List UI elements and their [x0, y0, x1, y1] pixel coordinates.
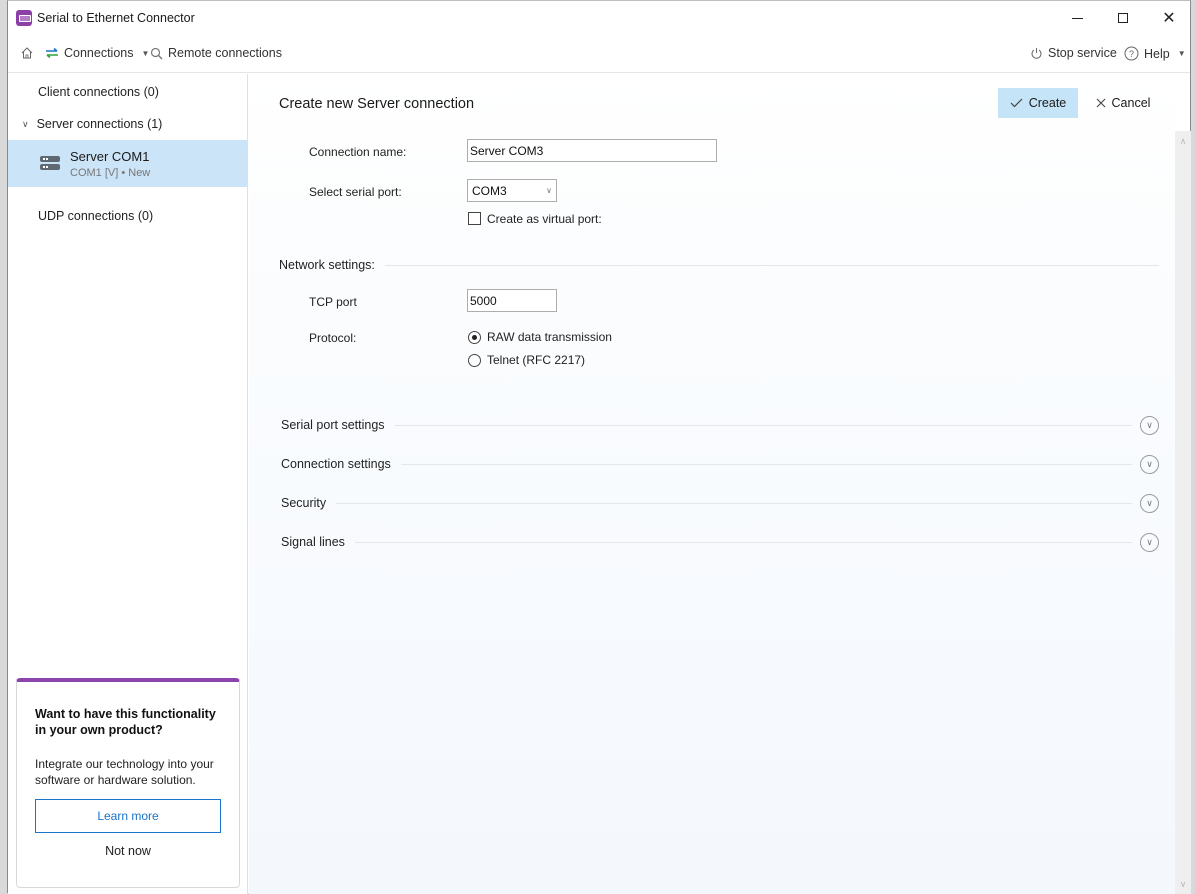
expand-chevron-icon[interactable]: ∨: [1140, 493, 1159, 513]
sidebar-item-server-com1[interactable]: Server COM1 COM1 [V] • New: [8, 140, 247, 187]
not-now-button[interactable]: Not now: [35, 844, 221, 858]
power-icon: [1031, 47, 1042, 59]
create-label: Create: [1028, 96, 1067, 110]
protocol-telnet-label: Telnet (RFC 2217): [487, 353, 586, 367]
tcp-port-label: TCP port: [309, 295, 357, 309]
close-button[interactable]: ✕: [1146, 1, 1192, 35]
home-button[interactable]: [20, 46, 34, 60]
expand-chevron-icon[interactable]: ∨: [1140, 532, 1159, 552]
network-settings-section: Network settings:: [279, 255, 1159, 275]
server-connections-label: Server connections (1): [36, 117, 163, 131]
scroll-down-icon[interactable]: ∨: [1175, 876, 1191, 892]
page-title: Create new Server connection: [279, 96, 475, 112]
divider: [336, 502, 1132, 504]
signal-lines-label: Signal lines: [281, 535, 345, 549]
promo-text: Integrate our technology into your softw…: [35, 757, 214, 787]
stop-service-label: Stop service: [1048, 46, 1117, 60]
chevron-down-icon: ▼: [1177, 49, 1186, 58]
sidebar-item-server-connections[interactable]: ∨ Server connections (1): [22, 117, 261, 131]
scroll-up-icon[interactable]: ∧: [1175, 133, 1191, 149]
connection-settings-section[interactable]: Connection settings ∨: [281, 453, 1159, 475]
connections-icon: [46, 47, 58, 59]
remote-connections-label: Remote connections: [168, 46, 282, 60]
connections-label: Connections: [64, 46, 134, 60]
serial-port-value: COM3: [472, 183, 507, 198]
app-window: Serial to Ethernet Connector ✕ Connectio…: [7, 0, 1191, 894]
minimize-button[interactable]: [1054, 1, 1100, 35]
security-section[interactable]: Security ∨: [281, 492, 1159, 514]
protocol-telnet-radio[interactable]: [468, 354, 481, 367]
main-panel: Create new Server connection Create Canc…: [249, 74, 1175, 894]
maximize-button[interactable]: [1100, 1, 1146, 35]
serial-port-settings-section[interactable]: Serial port settings ∨: [281, 414, 1159, 436]
protocol-raw-label: RAW data transmission: [487, 330, 612, 344]
virtual-port-checkbox[interactable]: [468, 212, 481, 225]
help-label: Help: [1144, 46, 1170, 61]
tcp-port-input[interactable]: [467, 289, 557, 312]
toolbar: Connections ▼ Remote connections Stop se…: [8, 37, 1190, 73]
divider: [400, 463, 1132, 465]
chevron-down-icon: ∨: [546, 186, 552, 195]
sidebar-item-client-connections[interactable]: Client connections (0): [38, 85, 277, 99]
signal-lines-section[interactable]: Signal lines ∨: [281, 531, 1159, 553]
server-item-status: COM1 [V] • New: [70, 167, 151, 179]
svg-text:?: ?: [1129, 49, 1134, 59]
serial-port-settings-label: Serial port settings: [281, 418, 385, 432]
maximize-icon: [1118, 13, 1128, 23]
close-icon: [1096, 98, 1105, 108]
connection-name-input[interactable]: [467, 139, 717, 162]
expand-chevron-icon[interactable]: ∨: [1140, 415, 1159, 435]
promo-title: Want to have this functionality in your …: [35, 707, 216, 737]
sidebar-item-udp-connections[interactable]: UDP connections (0): [38, 209, 277, 223]
serial-port-label: Select serial port:: [309, 185, 402, 199]
search-icon: [150, 47, 163, 59]
expand-chevron-icon[interactable]: ∨: [1140, 454, 1159, 474]
security-label: Security: [281, 496, 327, 510]
chevron-down-icon[interactable]: ∨: [22, 119, 29, 130]
serial-port-select[interactable]: COM3 ∨: [467, 179, 557, 202]
protocol-raw-radio[interactable]: [468, 331, 481, 344]
vertical-scrollbar[interactable]: ∧ ∨: [1175, 131, 1191, 894]
remote-connections-button[interactable]: Remote connections: [150, 46, 282, 60]
divider: [354, 541, 1132, 543]
help-icon: ?: [1124, 46, 1139, 61]
server-item-name: Server COM1: [70, 149, 150, 164]
create-button[interactable]: Create: [998, 88, 1078, 118]
learn-more-button[interactable]: Learn more: [35, 799, 221, 833]
divider: [384, 264, 1159, 266]
close-icon: ✕: [1162, 10, 1176, 27]
chevron-down-icon: ▼: [141, 48, 150, 58]
checkmark-icon: [1010, 98, 1023, 108]
connection-name-label: Connection name:: [309, 145, 407, 159]
minimize-icon: [1071, 17, 1083, 19]
window-title: Serial to Ethernet Connector: [37, 11, 195, 25]
connections-menu[interactable]: Connections ▼: [45, 46, 149, 60]
server-icon: [40, 156, 60, 172]
title-bar: Serial to Ethernet Connector ✕: [8, 1, 1190, 35]
cancel-label: Cancel: [1111, 96, 1151, 110]
promo-card: Want to have this functionality in your …: [16, 678, 240, 888]
network-settings-label: Network settings:: [279, 258, 375, 272]
stop-service-button[interactable]: Stop service: [1030, 46, 1117, 60]
help-menu[interactable]: ? Help ▼: [1124, 46, 1186, 61]
home-icon: [21, 47, 33, 59]
connection-settings-label: Connection settings: [281, 457, 391, 471]
divider: [394, 424, 1132, 426]
cancel-button[interactable]: Cancel: [1090, 88, 1156, 118]
protocol-label: Protocol:: [309, 331, 357, 345]
virtual-port-label: Create as virtual port:: [487, 212, 602, 226]
app-logo-icon: [16, 10, 32, 26]
sidebar: Client connections (0) ∨ Server connecti…: [8, 74, 248, 894]
